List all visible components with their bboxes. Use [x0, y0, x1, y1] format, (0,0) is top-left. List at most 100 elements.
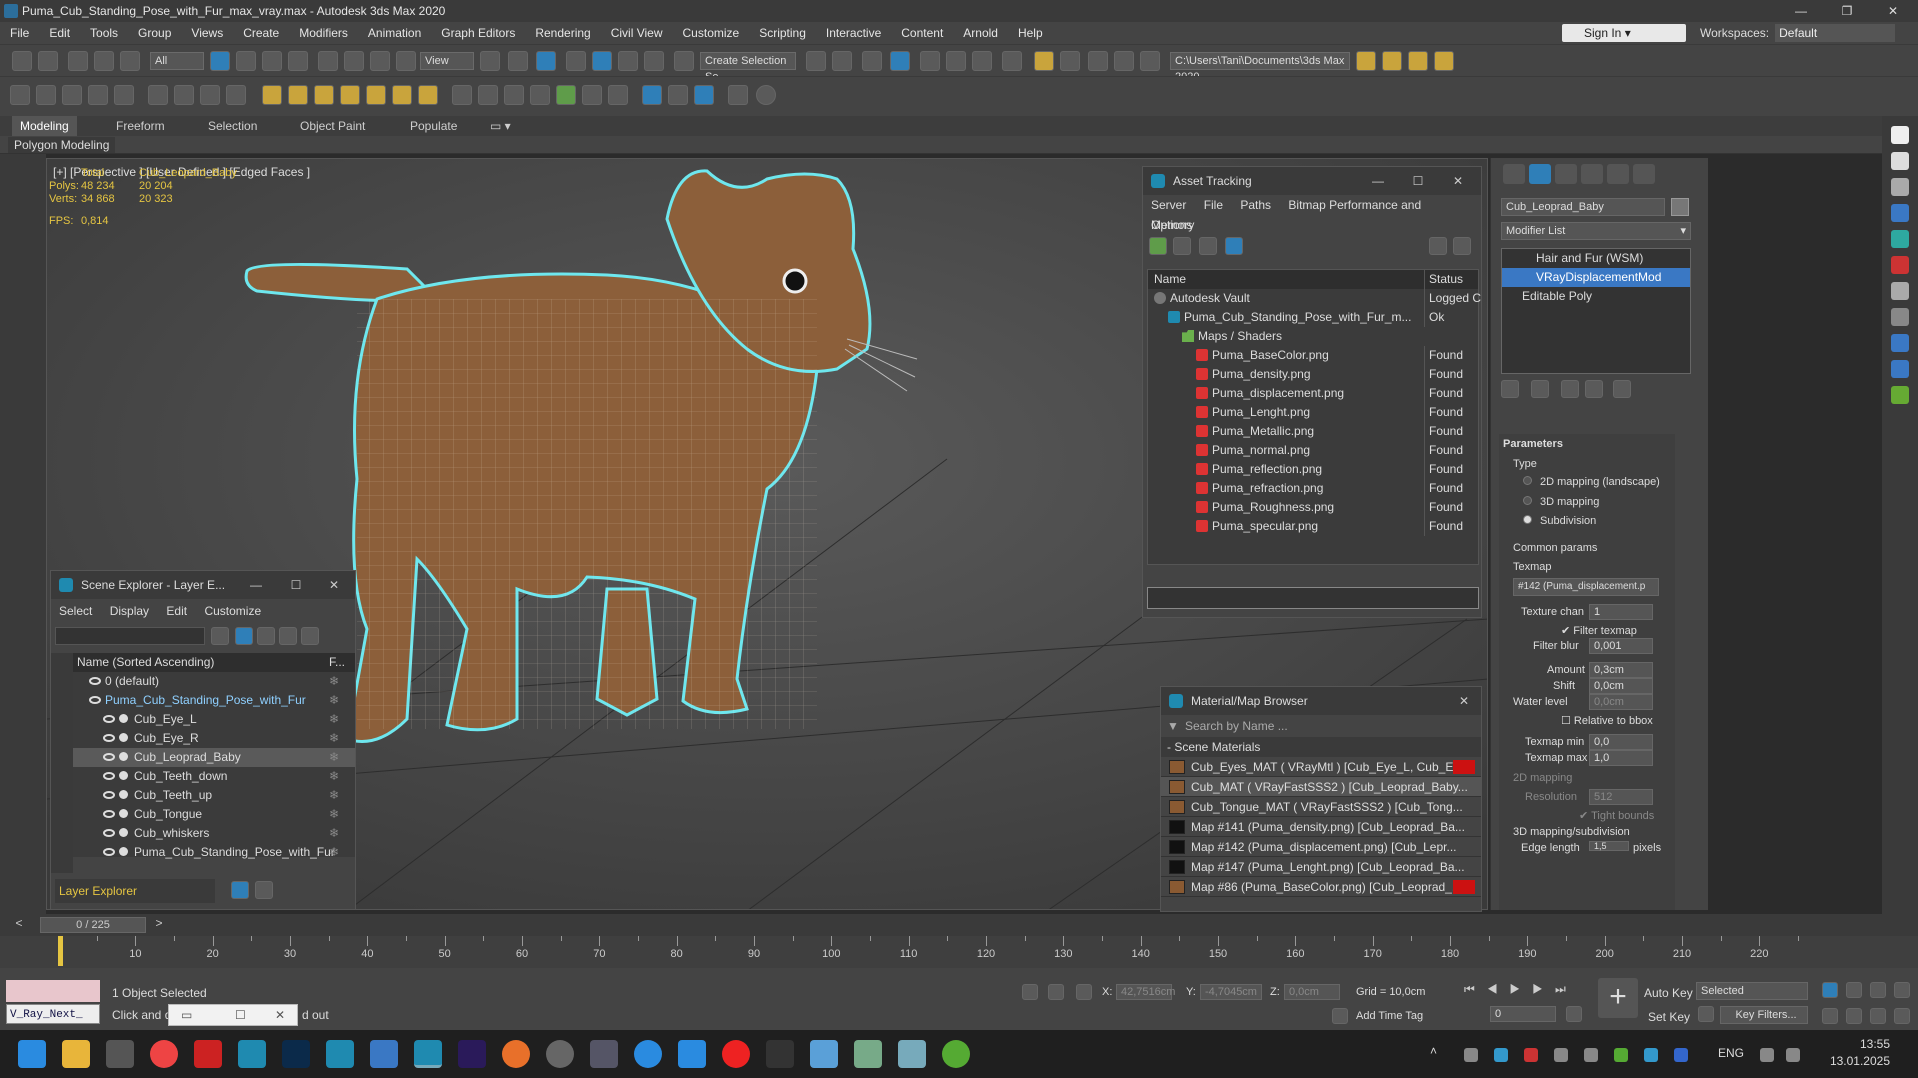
sphere-icon[interactable] — [1891, 178, 1909, 196]
vray-decal-icon[interactable] — [582, 85, 602, 105]
isolate-selection-icon[interactable] — [1022, 984, 1038, 1000]
material-row[interactable]: Map #141 (Puma_density.png) [Cub_Leoprad… — [1161, 817, 1481, 837]
filter-texmap-checkbox[interactable]: ✔ Filter texmap — [1561, 624, 1637, 637]
tray-defender-icon[interactable] — [1644, 1048, 1658, 1062]
freeze-icon[interactable]: ❄ — [329, 691, 339, 710]
workspaces-select[interactable]: Default — [1775, 24, 1896, 42]
material-editor-icon[interactable] — [1002, 51, 1022, 71]
make-unique-icon[interactable] — [1561, 380, 1579, 398]
help-icon[interactable] — [756, 85, 776, 105]
lock-icon[interactable] — [257, 627, 275, 645]
auto-key-button[interactable]: Auto Key — [1644, 986, 1693, 1000]
resolution-spinner[interactable]: 512 — [1589, 789, 1653, 805]
next-frame-icon[interactable]: > — [150, 916, 168, 934]
z-coordinate-field[interactable]: 0,0cm — [1284, 984, 1340, 1000]
checker-icon[interactable] — [1891, 126, 1909, 144]
vray-render-settings-icon[interactable] — [88, 85, 108, 105]
zoom-extents-all-icon[interactable] — [1894, 982, 1910, 998]
menu-content[interactable]: Content — [891, 22, 953, 44]
prev-key-icon[interactable]: ◀ — [1487, 982, 1510, 996]
edge-icon[interactable] — [634, 1040, 662, 1068]
set-key-button[interactable]: Set Key — [1648, 1010, 1690, 1024]
photoshop-icon[interactable] — [282, 1040, 310, 1068]
mirror-icon[interactable] — [806, 51, 826, 71]
pivot-center-icon[interactable] — [480, 51, 500, 71]
menu-customize[interactable]: Customize — [204, 604, 261, 618]
tray-utorrent-icon[interactable] — [1614, 1048, 1628, 1062]
tooltip-close-icon[interactable]: ✕ — [275, 1008, 285, 1022]
select-object-icon[interactable] — [210, 51, 230, 71]
terminal-icon[interactable] — [766, 1040, 794, 1068]
3dsmax-icon[interactable] — [238, 1040, 266, 1068]
menu-group[interactable]: Group — [128, 22, 181, 44]
render-setup-icon[interactable] — [1034, 51, 1054, 71]
motion-tab-icon[interactable] — [1581, 164, 1603, 184]
asset-row[interactable]: Puma_refraction.png Found — [1148, 479, 1478, 498]
asset-row[interactable]: Puma_normal.png Found — [1148, 441, 1478, 460]
freeze-icon[interactable]: ❄ — [329, 843, 339, 862]
close-button[interactable]: ✕ — [1870, 0, 1916, 22]
select-manipulate-icon[interactable] — [508, 51, 528, 71]
render-in-cloud-icon[interactable] — [1140, 51, 1160, 71]
asset-row[interactable]: Maps / Shaders — [1148, 327, 1478, 346]
menu-help[interactable]: Help — [1008, 22, 1053, 44]
vray-frame-buffer-icon[interactable] — [62, 85, 82, 105]
vray-cloud-icon[interactable] — [694, 85, 714, 105]
selection-lock-icon[interactable] — [1048, 984, 1064, 1000]
tab-populate[interactable]: Populate — [410, 116, 457, 136]
windows-start-icon[interactable] — [18, 1040, 46, 1068]
redo-icon[interactable] — [38, 51, 58, 71]
curve-editor-icon[interactable] — [946, 51, 966, 71]
freeze-icon[interactable]: ❄ — [329, 729, 339, 748]
vray-render-icon[interactable] — [10, 85, 30, 105]
tab-freeform[interactable]: Freeform — [116, 116, 165, 136]
zoom-icon[interactable] — [1822, 982, 1838, 998]
menu-edit[interactable]: Edit — [166, 604, 187, 618]
vray-mesh-light-icon[interactable] — [340, 85, 360, 105]
object-row[interactable]: Cub_Teeth_up ❄ — [73, 786, 355, 805]
vray-scatter-icon[interactable] — [608, 85, 628, 105]
3dsmax-alt-icon[interactable] — [326, 1040, 354, 1068]
relative-bbox-checkbox[interactable]: ☐ Relative to bbox — [1561, 714, 1653, 727]
object-row[interactable]: Cub_Leoprad_Baby ❄ — [73, 748, 355, 767]
maximize-icon[interactable]: ☐ — [281, 571, 311, 599]
asset-row[interactable]: Puma_displacement.png Found — [1148, 384, 1478, 403]
rotate-icon[interactable] — [344, 51, 364, 71]
layer-sort-icon[interactable] — [231, 881, 249, 899]
tray-monitor-icon[interactable] — [1554, 1048, 1568, 1062]
vray-bitmap-converter-icon[interactable] — [226, 85, 246, 105]
asset-path-field[interactable] — [1147, 587, 1479, 609]
aida64-icon[interactable] — [194, 1040, 222, 1068]
time-config-icon[interactable] — [1566, 1006, 1582, 1022]
undo-icon[interactable] — [12, 51, 32, 71]
minimize-icon[interactable]: — — [241, 571, 271, 599]
menu-interactive[interactable]: Interactive — [816, 22, 891, 44]
col-status[interactable]: Status — [1424, 270, 1480, 289]
key-filters-button[interactable]: Key Filters... — [1720, 1006, 1808, 1024]
tab-modeling[interactable]: Modeling — [12, 116, 77, 136]
time-slider[interactable]: < 0 / 225 > — [0, 914, 1918, 936]
y-coordinate-field[interactable]: -4,7045cm — [1200, 984, 1262, 1000]
rect-selection-icon[interactable] — [262, 51, 282, 71]
scene-explorer-toggle-icon[interactable] — [862, 51, 882, 71]
freeze-icon[interactable]: ❄ — [329, 672, 339, 691]
bind-spacewarp-icon[interactable] — [120, 51, 140, 71]
layer-row[interactable]: 0 (default) ❄ — [73, 672, 355, 691]
stack-vray-displacement[interactable]: VRayDisplacementMod — [1502, 268, 1690, 287]
character-icon[interactable] — [1891, 308, 1909, 326]
minimize-icon[interactable]: — — [1363, 167, 1393, 195]
fov-icon[interactable] — [1822, 1008, 1838, 1024]
particles-icon[interactable] — [1891, 386, 1909, 404]
vray-proxy-icon[interactable] — [452, 85, 472, 105]
grid-icon[interactable] — [1891, 230, 1909, 248]
spinner-snap-icon[interactable] — [644, 51, 664, 71]
filter-blur-spinner[interactable]: 0,001 — [1589, 638, 1653, 654]
vray-dome-light-icon[interactable] — [288, 85, 308, 105]
save-icon[interactable] — [590, 1040, 618, 1068]
utorrent-icon[interactable] — [942, 1040, 970, 1068]
visibility-eye-icon[interactable] — [103, 753, 115, 761]
radio-subdivision[interactable]: Subdivision — [1523, 515, 1596, 527]
tight-bounds-checkbox[interactable]: ✔ Tight bounds — [1579, 809, 1654, 822]
viewport-display-icon[interactable] — [1453, 760, 1475, 774]
maxscript-listener-mini[interactable] — [6, 980, 100, 1002]
